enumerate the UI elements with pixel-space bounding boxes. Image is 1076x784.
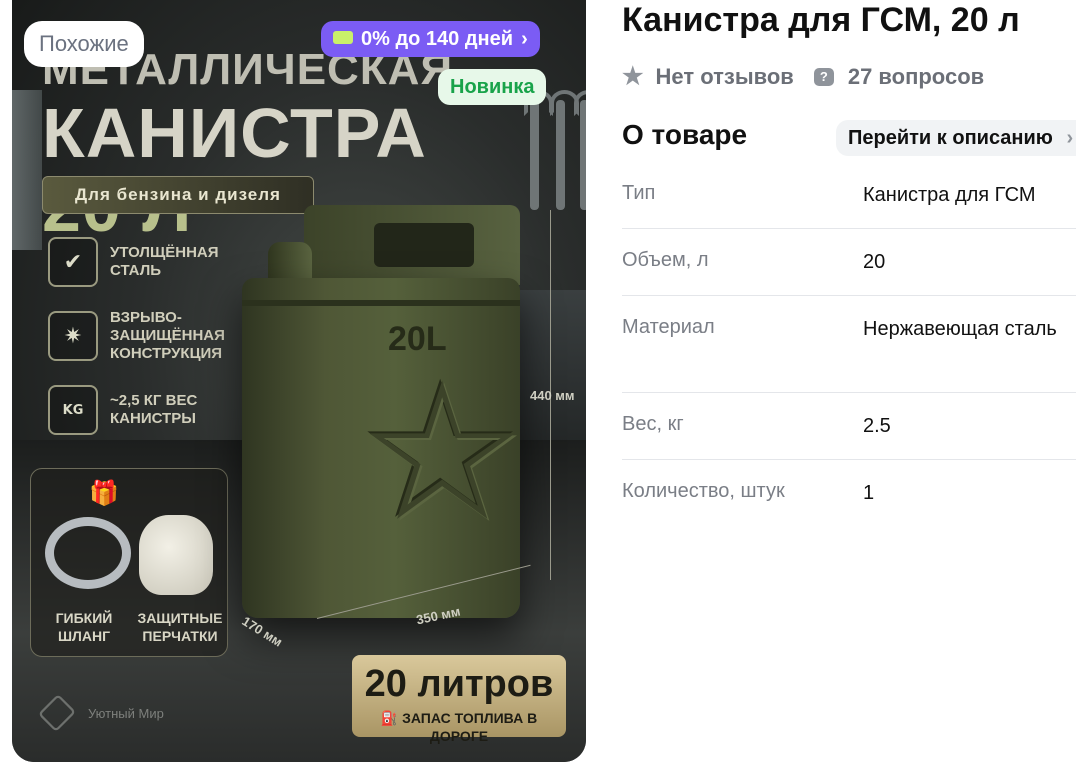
rating-row: ★ Нет отзывов ? 27 вопросов [622, 62, 984, 91]
wrench-decoration [574, 90, 586, 210]
canister-body: 20L ☆ [242, 278, 527, 618]
chevron-right-icon: › [521, 28, 528, 50]
background-window [12, 90, 42, 250]
chevron-right-icon: › [1066, 127, 1074, 149]
spec-key: Количество, штук [622, 480, 785, 502]
liters-badge: 20 литров ⛽ Запас топлива в дороге [352, 655, 566, 744]
shield-check-icon: ✔ [48, 237, 98, 287]
spec-key: Материал [622, 316, 715, 338]
goto-description-label: Перейти к описанию [848, 127, 1053, 149]
reviews-link[interactable]: Нет отзывов [656, 64, 794, 90]
spec-row: Тип Канистра для ГСМ [622, 166, 1076, 229]
goto-description-button[interactable]: Перейти к описанию › [836, 120, 1076, 156]
gift-icon: 🎁 [89, 479, 119, 507]
wrench-decoration [524, 90, 553, 210]
spec-row: Объем, л 20 [622, 229, 1076, 296]
new-badge: Новинка [438, 69, 547, 105]
feature-thick-steel: ✔ Утолщённая сталь [48, 236, 220, 288]
dimension-height: 440 мм [530, 388, 575, 403]
spec-key: Вес, кг [622, 413, 684, 435]
spec-value: Нержавеющая сталь [863, 318, 1057, 340]
brand-name: Уютный Мир [88, 705, 164, 721]
spec-value: 1 [863, 482, 875, 504]
spec-key: Объем, л [622, 249, 709, 271]
liters-badge-subtitle: ⛽ Запас топлива в дороге [380, 710, 538, 744]
question-icon: ? [813, 67, 834, 86]
spec-value: 2.5 [863, 415, 891, 437]
brand-mark: Уютный Мир [37, 693, 164, 733]
feature-label: Взрыво-защищённая конструкция [110, 309, 225, 362]
gift-hose-label: Гибкий шланг [55, 610, 113, 644]
spec-row: Вес, кг 2.5 [622, 393, 1076, 460]
questions-link[interactable]: 27 вопросов [848, 64, 984, 90]
product-image[interactable]: Металлическая Канистра 20 л Для бензина … [12, 0, 586, 762]
star-icon: ★ [622, 63, 644, 90]
gift-box: 🎁 Гибкий шланг Защитные перчатки [30, 468, 228, 657]
canister-handle [304, 205, 520, 285]
fuel-pump-icon: ⛽ [380, 710, 399, 726]
spec-key: Тип [622, 182, 656, 204]
wrench-decoration [550, 90, 579, 210]
brand-logo-icon [37, 693, 77, 733]
feature-explosion-proof: ✷ Взрыво-защищённая конструкция [48, 309, 225, 362]
spec-value: 20 [863, 251, 886, 273]
hose-image [45, 517, 131, 589]
gloves-image [139, 515, 213, 595]
similar-button[interactable]: Похожие [24, 21, 144, 67]
about-title: О товаре [622, 119, 748, 150]
headline-word: Канистра [42, 94, 427, 172]
card-icon [333, 31, 353, 45]
product-title: Канистра для ГСМ, 20 л [622, 1, 1020, 39]
liters-badge-title: 20 литров [364, 663, 554, 705]
star-emboss-icon: ☆ [357, 342, 528, 563]
feature-label: ~2,5 кг вес канистры [110, 392, 198, 427]
spec-row: Количество, штук 1 [622, 460, 1076, 526]
installment-badge[interactable]: 0% до 140 дней › [321, 21, 540, 57]
fuel-type-banner: Для бензина и дизеля [42, 176, 314, 214]
spec-row: Материал Нержавеющая сталь [622, 296, 1076, 393]
feature-weight: KG ~2,5 кг вес канистры [48, 384, 220, 436]
weight-kg-icon: KG [48, 385, 98, 435]
installment-label: 0% до 140 дней [361, 28, 514, 50]
gift-gloves-label: Защитные перчатки [137, 610, 223, 644]
feature-label: Утолщённая сталь [110, 244, 219, 279]
spec-value: Канистра для ГСМ [863, 184, 1036, 206]
explosion-icon: ✷ [48, 311, 98, 361]
